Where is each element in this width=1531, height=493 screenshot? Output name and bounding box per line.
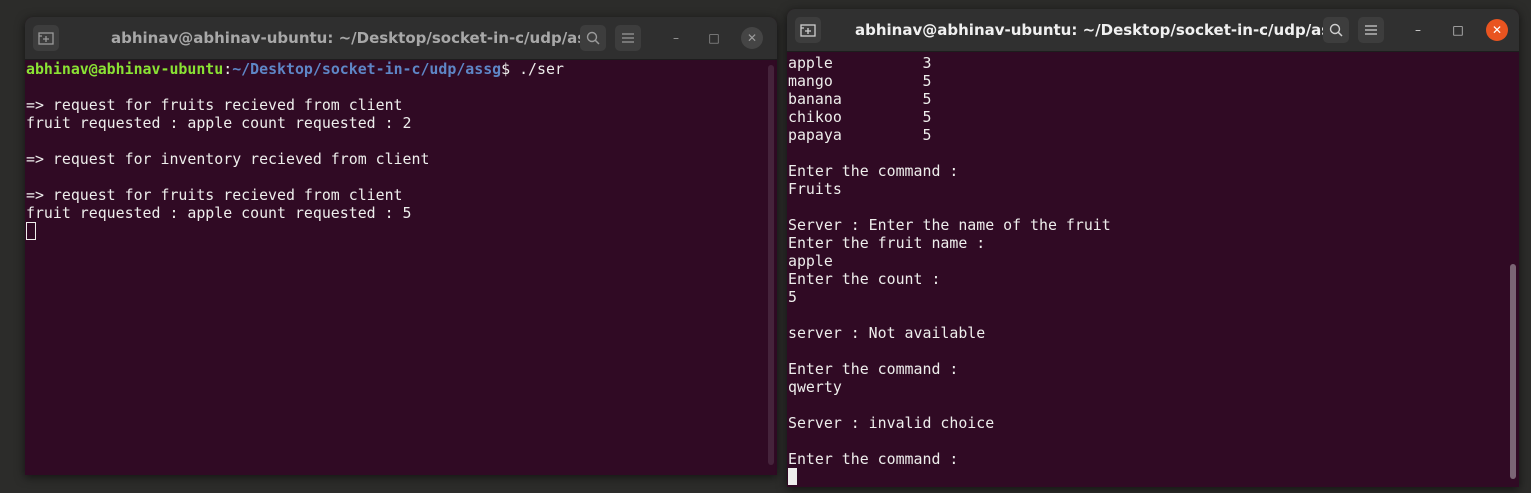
minimize-button[interactable]: –	[1407, 19, 1429, 41]
terminal-line: apple	[788, 252, 833, 270]
terminal-line: qwerty	[788, 378, 842, 396]
close-icon: ✕	[1491, 23, 1503, 37]
terminal-line: Enter the command :	[788, 360, 959, 378]
hamburger-menu-icon	[1365, 25, 1377, 35]
terminal-line: Server : invalid choice	[788, 414, 995, 432]
terminal-output[interactable]: apple 3 mango 5 banana 5 chikoo 5 papaya 5 En…	[787, 54, 1519, 487]
minimize-icon: –	[1415, 23, 1421, 37]
search-button[interactable]	[1323, 17, 1349, 43]
minimize-icon: –	[673, 31, 679, 45]
cursor-line	[788, 468, 1519, 486]
hamburger-menu-icon	[622, 33, 634, 43]
close-button[interactable]: ✕	[741, 27, 763, 49]
maximize-button[interactable]: □	[703, 27, 725, 49]
terminal-line: fruit requested : apple count requested …	[26, 204, 412, 222]
maximize-icon: □	[1452, 23, 1464, 37]
terminal-line: 5	[788, 288, 797, 306]
new-tab-icon	[38, 32, 54, 45]
titlebar[interactable]: abhinav@abhinav-ubuntu: ~/Desktop/socket…	[787, 9, 1519, 52]
menu-button[interactable]	[615, 25, 641, 51]
terminal-line: papaya 5	[788, 126, 932, 144]
terminal-line: apple 3	[788, 54, 932, 72]
scrollbar-thumb[interactable]	[1510, 264, 1516, 479]
terminal-line: => request for fruits recieved from clie…	[26, 96, 403, 114]
new-tab-button[interactable]	[795, 17, 821, 43]
search-icon	[1329, 23, 1343, 37]
terminal-line: Server : Enter the name of the fruit	[788, 216, 1111, 234]
prompt-user: abhinav@abhinav-ubuntu	[26, 60, 224, 78]
terminal-line: Enter the fruit name :	[788, 234, 986, 252]
search-icon	[586, 31, 600, 45]
search-button[interactable]	[580, 25, 606, 51]
close-icon: ✕	[746, 31, 758, 45]
terminal-output[interactable]: abhinav@abhinav-ubuntu:~/Desktop/socket-…	[25, 60, 777, 475]
terminal-line: => request for inventory recieved from c…	[26, 150, 430, 168]
scrollbar[interactable]	[768, 65, 774, 465]
terminal-window-client[interactable]: abhinav@abhinav-ubuntu: ~/Desktop/socket…	[787, 9, 1519, 487]
maximize-icon: □	[708, 31, 720, 45]
terminal-line: Enter the command :	[788, 162, 959, 180]
terminal-line: Fruits	[788, 180, 842, 198]
terminal-window-server[interactable]: abhinav@abhinav-ubuntu: ~/Desktop/socket…	[25, 17, 777, 475]
maximize-button[interactable]: □	[1447, 19, 1469, 41]
new-tab-button[interactable]	[33, 25, 59, 51]
window-title: abhinav@abhinav-ubuntu: ~/Desktop/socket…	[111, 29, 606, 47]
prompt-separator: :	[223, 60, 233, 78]
terminal-line: banana 5	[788, 90, 932, 108]
cursor-line	[26, 222, 777, 240]
prompt-path: ~/Desktop/socket-in-c/udp/assg	[232, 60, 502, 78]
minimize-button[interactable]: –	[665, 27, 687, 49]
close-button[interactable]: ✕	[1486, 19, 1508, 41]
text-cursor	[26, 222, 36, 240]
terminal-line: chikoo 5	[788, 108, 932, 126]
text-cursor	[788, 468, 797, 485]
terminal-line: Enter the count :	[788, 270, 941, 288]
prompt-command: $ ./ser	[501, 60, 564, 78]
menu-button[interactable]	[1358, 17, 1384, 43]
terminal-line: server : Not available	[788, 324, 986, 342]
new-tab-icon	[800, 24, 816, 37]
prompt-line: abhinav@abhinav-ubuntu:~/Desktop/socket-…	[26, 60, 777, 78]
terminal-line: Enter the command :	[788, 450, 959, 468]
window-title: abhinav@abhinav-ubuntu: ~/Desktop/socket…	[855, 21, 1350, 39]
terminal-line: => request for fruits recieved from clie…	[26, 186, 403, 204]
terminal-line: mango 5	[788, 72, 932, 90]
titlebar[interactable]: abhinav@abhinav-ubuntu: ~/Desktop/socket…	[25, 17, 777, 60]
terminal-line: fruit requested : apple count requested …	[26, 114, 412, 132]
